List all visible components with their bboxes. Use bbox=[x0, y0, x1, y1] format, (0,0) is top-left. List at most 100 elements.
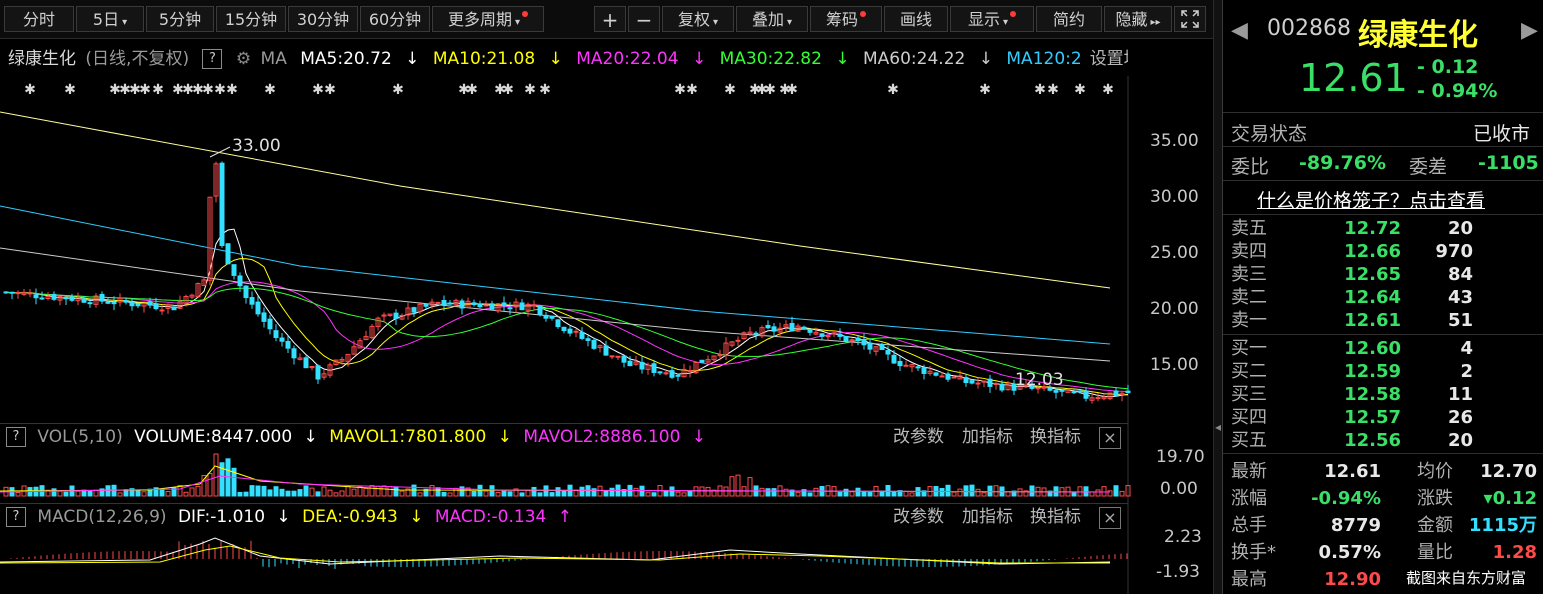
volume-bar bbox=[453, 487, 459, 497]
candle-body bbox=[1071, 391, 1077, 394]
switch-indicator-button[interactable]: 换指标 bbox=[1030, 504, 1081, 530]
event-marker-icon: ✱ bbox=[1034, 82, 1046, 98]
event-marker-icon: ✱ bbox=[539, 82, 551, 98]
candle-body bbox=[393, 312, 399, 319]
candle-body bbox=[861, 339, 867, 346]
adjust-button[interactable]: 复权 ▾ bbox=[662, 6, 734, 32]
dea-value: DEA:-0.943 ↓ bbox=[302, 507, 424, 527]
period-5min-button[interactable]: 5分钟 bbox=[146, 6, 214, 32]
volume-bar bbox=[729, 476, 735, 497]
candle-body bbox=[801, 326, 807, 330]
level-price: 12.59 bbox=[1344, 361, 1401, 382]
candle-body bbox=[459, 300, 465, 309]
simple-mode-button[interactable]: 简约 bbox=[1036, 6, 1102, 32]
volume-bar bbox=[315, 491, 321, 497]
candle-body bbox=[885, 350, 891, 355]
candle-body bbox=[129, 302, 135, 307]
stat-label: 量比 bbox=[1417, 542, 1453, 563]
zoom-in-button[interactable]: + bbox=[594, 6, 626, 32]
ask-level-row[interactable]: 卖五 12.72 20 bbox=[1231, 217, 1536, 240]
help-button[interactable]: ? bbox=[6, 507, 26, 527]
indicator-title: MACD(12,26,9) bbox=[37, 507, 167, 527]
help-button[interactable]: ? bbox=[202, 49, 223, 69]
overlay-button[interactable]: 叠加 ▾ bbox=[736, 6, 808, 32]
switch-indicator-button[interactable]: 换指标 bbox=[1030, 424, 1081, 450]
period-intraday-button[interactable]: 分时 bbox=[4, 6, 74, 32]
period-60min-button[interactable]: 60分钟 bbox=[360, 6, 430, 32]
volume-bar bbox=[471, 490, 477, 497]
candle-body bbox=[231, 264, 237, 276]
low-price-annotation: 12.03 bbox=[1015, 370, 1064, 390]
edit-params-button[interactable]: 改参数 bbox=[893, 504, 944, 530]
candle-body bbox=[951, 376, 957, 379]
zoom-out-button[interactable]: − bbox=[628, 6, 660, 32]
candle-body bbox=[651, 363, 657, 373]
prev-stock-button[interactable]: ◀ bbox=[1231, 18, 1248, 43]
weicha-label: 委差 bbox=[1409, 156, 1448, 178]
gear-icon[interactable]: ⚙ bbox=[236, 49, 251, 69]
volume-bar bbox=[441, 491, 447, 497]
candle-body bbox=[477, 303, 483, 308]
candle-body bbox=[915, 366, 921, 369]
bid-level-row[interactable]: 买三 12.58 11 bbox=[1231, 383, 1536, 406]
period-30min-button[interactable]: 30分钟 bbox=[288, 6, 358, 32]
candle-body bbox=[837, 333, 843, 337]
ma-settings-button[interactable]: 设置均线 ▾ bbox=[1090, 44, 1128, 69]
period-5day-button[interactable]: 5日 ▾ bbox=[76, 6, 144, 32]
level-price: 12.60 bbox=[1344, 338, 1401, 359]
volume-bar bbox=[435, 487, 441, 497]
add-indicator-button[interactable]: 加指标 bbox=[962, 504, 1013, 530]
volume-bar bbox=[183, 491, 189, 497]
volume-bar bbox=[63, 491, 69, 497]
bid-level-row[interactable]: 买一 12.60 4 bbox=[1231, 337, 1536, 360]
help-button[interactable]: ? bbox=[6, 427, 26, 447]
close-icon[interactable]: × bbox=[1099, 427, 1121, 449]
volume-bar bbox=[1083, 486, 1089, 497]
close-icon[interactable]: × bbox=[1099, 507, 1121, 529]
bid-level-row[interactable]: 买五 12.56 20 bbox=[1231, 429, 1536, 452]
edit-params-button[interactable]: 改参数 bbox=[893, 424, 944, 450]
volume-bar bbox=[951, 491, 957, 497]
more-periods-button[interactable]: 更多周期 ▾ bbox=[432, 6, 544, 32]
candle-body bbox=[609, 355, 615, 358]
period-15min-button[interactable]: 15分钟 bbox=[216, 6, 286, 32]
tool-label: 画线 bbox=[899, 10, 932, 29]
volume-bar bbox=[15, 492, 21, 497]
volume-bar bbox=[663, 490, 669, 497]
add-indicator-button[interactable]: 加指标 bbox=[962, 424, 1013, 450]
ask-level-row[interactable]: 卖一 12.61 51 bbox=[1231, 309, 1536, 332]
volume-bar bbox=[351, 488, 357, 497]
macd-histogram bbox=[10, 540, 1128, 569]
level-volume: 51 bbox=[1447, 310, 1473, 331]
ask-level-row[interactable]: 卖四 12.66 970 bbox=[1231, 240, 1536, 263]
bid-level-row[interactable]: 买二 12.59 2 bbox=[1231, 360, 1536, 383]
volume-bar bbox=[339, 490, 345, 497]
candle-body bbox=[999, 383, 1005, 391]
event-marker-icon: ✱ bbox=[1102, 82, 1114, 98]
display-button[interactable]: 显示 ▾ bbox=[950, 6, 1034, 32]
bid-level-row[interactable]: 买四 12.57 26 bbox=[1231, 406, 1536, 429]
level-volume: 4 bbox=[1460, 338, 1473, 359]
draw-line-button[interactable]: 画线 bbox=[884, 6, 948, 32]
stat-value: 1.28 bbox=[1492, 542, 1537, 563]
hide-button[interactable]: 隐藏 ▸▸ bbox=[1104, 6, 1172, 32]
candle-body bbox=[33, 294, 39, 299]
volume-bar bbox=[939, 488, 945, 497]
ma5-value: MA5:20.72 ↓ bbox=[300, 49, 420, 69]
ask-level-row[interactable]: 卖二 12.64 43 bbox=[1231, 286, 1536, 309]
price-cage-link[interactable]: 什么是价格笼子？点击查看 bbox=[1257, 186, 1485, 213]
volume-bar bbox=[117, 492, 123, 497]
period-label: 5日 bbox=[92, 10, 120, 29]
candle-body bbox=[621, 355, 627, 363]
fullscreen-icon bbox=[1181, 10, 1199, 28]
volume-bar bbox=[417, 492, 423, 497]
volume-bar bbox=[945, 484, 951, 497]
candle-body bbox=[279, 337, 285, 342]
fullscreen-button[interactable] bbox=[1174, 6, 1206, 32]
next-stock-button[interactable]: ▶ bbox=[1521, 18, 1538, 43]
high-price-annotation: 33.00 bbox=[232, 136, 281, 156]
ask-level-row[interactable]: 卖三 12.65 84 bbox=[1231, 263, 1536, 286]
chips-button[interactable]: 筹码 bbox=[810, 6, 882, 32]
level-price: 12.64 bbox=[1344, 287, 1401, 308]
event-marker-icon: ✱ bbox=[312, 82, 324, 98]
